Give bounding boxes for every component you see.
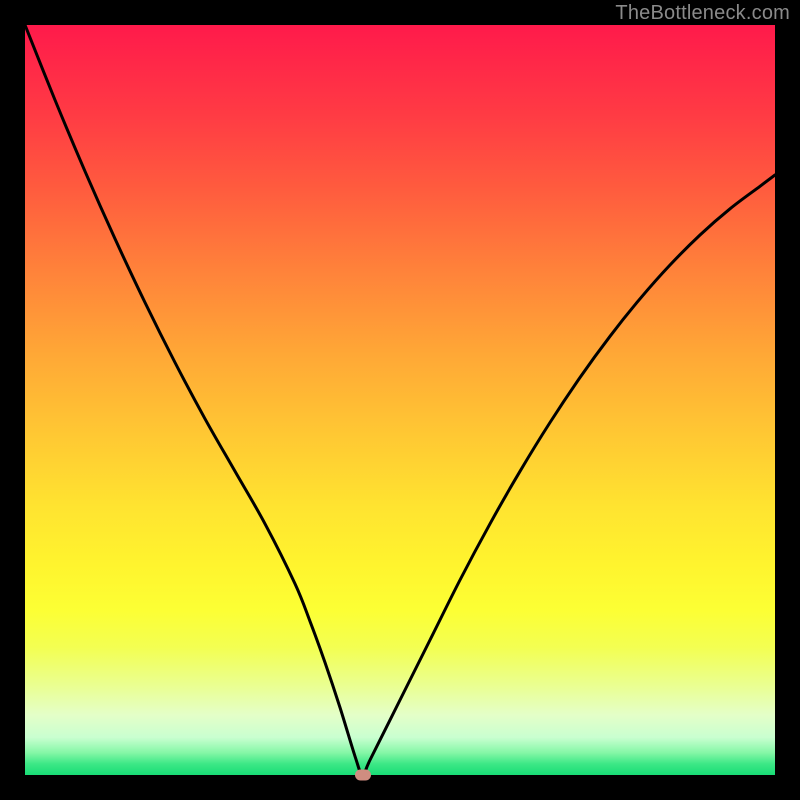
- watermark: TheBottleneck.com: [615, 2, 790, 25]
- bottleneck-curve: [25, 25, 775, 775]
- optimum-marker: [355, 770, 371, 781]
- chart-frame: TheBottleneck.com: [0, 0, 800, 800]
- plot-area: [25, 25, 775, 775]
